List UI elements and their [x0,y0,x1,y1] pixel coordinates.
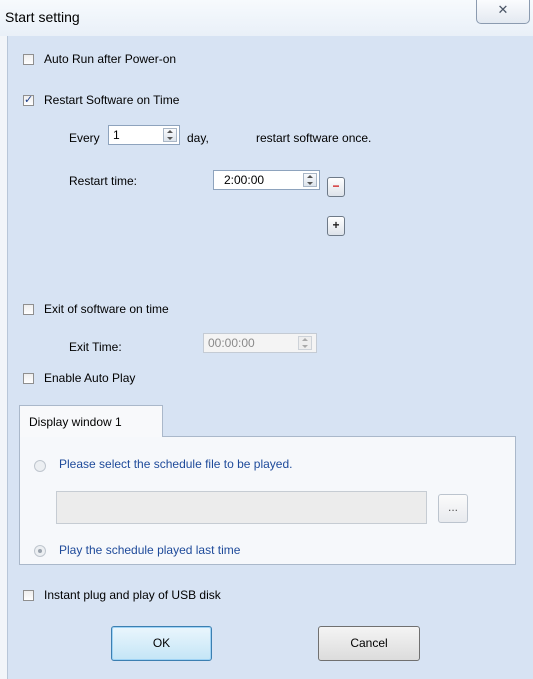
exit-time-value: 00:00:00 [208,336,255,350]
select-schedule-radio[interactable] [34,460,46,472]
browse-button[interactable]: ... [438,494,468,523]
ellipsis-icon: ... [447,500,458,514]
spin-arrows-icon[interactable] [163,128,177,142]
usb-plug-and-play-checkbox[interactable] [23,590,34,601]
exit-on-time-checkbox[interactable] [23,304,34,315]
title-bar: Start setting ✕ [0,0,533,36]
plus-icon: + [332,218,340,232]
play-last-schedule-label: Play the schedule played last time [59,543,241,557]
remove-time-button[interactable]: − [327,177,345,197]
exit-on-time-label: Exit of software on time [44,302,169,316]
exit-time-spinner[interactable]: 00:00:00 [203,333,317,353]
close-button[interactable]: ✕ [476,0,530,24]
usb-plug-and-play-label: Instant plug and play of USB disk [44,588,221,602]
restart-days-value: 1 [113,128,120,142]
close-icon: ✕ [497,2,509,17]
ok-button[interactable]: OK [111,626,212,661]
auto-play-checkbox[interactable] [23,373,34,384]
spin-arrows-icon[interactable] [303,173,317,187]
restart-time-spinner[interactable]: 2:00:00 [213,170,320,190]
restart-on-time-checkbox[interactable] [23,93,34,106]
restart-on-time-label: Restart Software on Time [44,93,180,107]
add-time-button[interactable]: + [327,216,345,236]
tab-display-window-1[interactable]: Display window 1 [19,405,163,437]
spin-arrows-icon[interactable] [298,336,312,350]
every-label: Every [69,131,100,145]
exit-time-label: Exit Time: [69,340,122,354]
tab-label: Display window 1 [29,415,122,429]
restart-time-value: 2:00:00 [224,173,265,187]
cancel-button[interactable]: Cancel [318,626,420,661]
auto-run-checkbox[interactable] [23,54,34,65]
restart-days-spinner[interactable]: 1 [108,125,180,145]
select-schedule-label: Please select the schedule file to be pl… [59,457,293,471]
schedule-path-field[interactable] [56,491,427,524]
window-title: Start setting [5,9,80,25]
restart-once-label: restart software once. [256,131,372,145]
auto-run-label: Auto Run after Power-on [44,52,177,66]
day-unit-label: day, [187,131,209,145]
minus-icon: − [332,179,340,193]
restart-time-label: Restart time: [69,174,138,188]
auto-play-label: Enable Auto Play [44,371,136,385]
play-last-schedule-radio[interactable] [34,545,46,557]
